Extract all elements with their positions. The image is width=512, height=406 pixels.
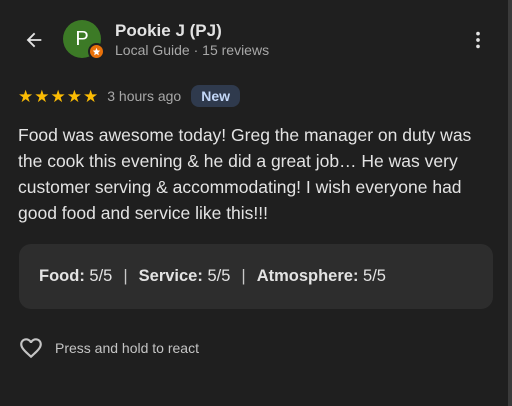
star-icon: ★ [66,86,82,106]
scrollbar-edge [508,0,512,406]
separator: | [241,267,246,285]
avatar-letter: P [75,27,89,50]
review-time: 3 hours ago [107,88,182,104]
review-text: Food was awesome today! Greg the manager… [18,125,472,223]
service-label: Service: [138,267,203,285]
service-value: 5/5 [207,267,231,285]
avatar[interactable]: P [63,20,105,60]
star-icon: ★ [83,86,99,106]
atmosphere-label: Atmosphere: [256,267,359,285]
review-meta: ★ ★ ★ ★ ★ 3 hours ago New [18,84,240,108]
ratings-card: Food: 5/5 | Service: 5/5 | Atmosphere: 5… [19,244,493,309]
react-button[interactable]: Press and hold to react [18,335,199,361]
arrow-back-icon [26,32,42,48]
heart-outline-icon [20,338,42,359]
review-header: P Pookie J (PJ) Local Guide · 15 reviews [0,14,504,68]
reviewer-name[interactable]: Pookie J (PJ) [115,21,222,41]
local-guide-badge-icon [88,43,105,60]
star-icon: ★ [34,86,50,106]
atmosphere-value: 5/5 [363,267,386,285]
food-label: Food: [39,267,85,285]
separator: | [123,267,128,285]
more-vert-icon [476,31,480,49]
star-rating: ★ ★ ★ ★ ★ [18,88,98,105]
star-icon: ★ [18,86,34,106]
food-value: 5/5 [89,267,113,285]
more-options-button[interactable] [462,24,494,56]
back-button[interactable] [16,22,52,58]
new-badge: New [191,85,240,107]
star-icon: ★ [50,86,66,106]
react-label: Press and hold to react [55,340,199,356]
reviewer-subline: Local Guide · 15 reviews [115,42,270,58]
